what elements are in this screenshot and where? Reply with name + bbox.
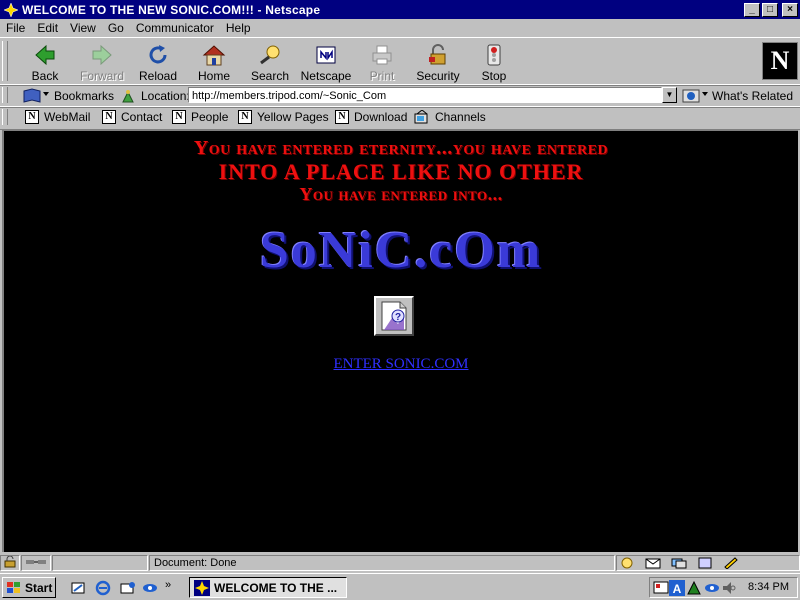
location-label: Location: — [120, 88, 190, 104]
forward-button[interactable]: Forward — [74, 41, 130, 83]
navigation-toolbar: Back Forward Reload Home Search Netscape… — [0, 37, 800, 86]
composer-icon[interactable] — [723, 557, 739, 569]
intro-line-2: INTO A PLACE LIKE NO OTHER — [218, 159, 584, 184]
close-button[interactable]: × — [782, 2, 798, 17]
bookmark-page-icon: N — [172, 110, 186, 124]
home-button[interactable]: Home — [186, 41, 242, 83]
netscape-button[interactable]: Netscape — [298, 41, 354, 83]
back-arrow-icon — [35, 44, 55, 66]
tray-volume-icon[interactable] — [721, 580, 737, 596]
bookmark-yellow-pages[interactable]: N Yellow Pages — [238, 110, 329, 124]
stop-button[interactable]: Stop — [466, 41, 522, 83]
clock[interactable]: 8:34 PM — [748, 581, 789, 593]
menu-help[interactable]: Help — [220, 21, 257, 35]
forward-arrow-icon — [92, 44, 112, 66]
whats-related-icon — [682, 89, 708, 103]
netscape-logo[interactable]: N — [762, 42, 798, 80]
intro-line-3: You have entered into... — [299, 184, 503, 204]
security-status-icon[interactable] — [0, 555, 20, 571]
discussion-icon[interactable] — [671, 557, 687, 569]
start-button[interactable]: Start — [2, 577, 56, 598]
print-button[interactable]: Print — [354, 41, 410, 83]
personal-toolbar: N WebMail N Contact N People N Yellow Pa… — [0, 106, 800, 130]
bookmark-download[interactable]: N Download — [335, 110, 407, 124]
show-desktop-icon[interactable] — [70, 580, 86, 596]
maximize-button[interactable]: □ — [762, 2, 778, 17]
bookmarks-icon — [23, 88, 49, 103]
taskbar-netscape-window[interactable]: WELCOME TO THE ... — [189, 577, 347, 598]
toolbar-grip[interactable] — [2, 41, 8, 81]
search-button[interactable]: Search — [242, 41, 298, 83]
component-bar — [616, 555, 800, 571]
system-tray: A 8:34 PM — [649, 577, 798, 598]
menu-file[interactable]: File — [0, 21, 31, 35]
url-input[interactable]: http://members.tripod.com/~Sonic_Com — [188, 87, 662, 103]
menu-view[interactable]: View — [64, 21, 102, 35]
page-content: You have entered eternity...you have ent… — [2, 129, 798, 552]
bookmark-contact[interactable]: N Contact — [102, 110, 162, 124]
channels-icon — [414, 110, 428, 124]
reload-icon — [149, 45, 167, 64]
bookmark-channels[interactable]: Channels — [414, 110, 486, 124]
url-dropdown-button[interactable]: ▼ — [662, 87, 677, 103]
internet-explorer-icon[interactable] — [95, 580, 111, 596]
search-icon — [260, 45, 280, 65]
navigator-icon[interactable] — [619, 557, 635, 569]
enter-sonic-link[interactable]: ENTER SONIC.COM — [4, 356, 798, 373]
bookmark-people[interactable]: N People — [172, 110, 228, 124]
window-title: WELCOME TO THE NEW SONIC.COM!!! - Netsca… — [22, 2, 321, 17]
bookmark-page-icon: N — [238, 110, 252, 124]
bookmark-page-icon: N — [25, 110, 39, 124]
whats-related-button[interactable]: What's Related — [682, 88, 793, 104]
svg-text:A: A — [673, 582, 682, 596]
location-icon — [122, 90, 134, 103]
tray-network-icon[interactable] — [686, 580, 702, 596]
title-bar: WELCOME TO THE NEW SONIC.COM!!! - Netsca… — [0, 0, 800, 19]
lock-icon — [429, 44, 446, 65]
quicklaunch-more-icon[interactable]: » — [165, 579, 171, 591]
netscape-app-icon — [3, 1, 19, 18]
tray-app-icon[interactable] — [653, 580, 669, 596]
address-book-icon[interactable] — [697, 557, 713, 569]
tray-channel-icon[interactable] — [704, 580, 720, 596]
windows-logo-icon — [7, 581, 20, 593]
stop-icon — [487, 44, 501, 66]
tray-font-icon[interactable]: A — [669, 580, 685, 596]
status-text: Document: Done — [149, 555, 615, 571]
bookmark-page-icon: N — [102, 110, 116, 124]
security-button[interactable]: Security — [410, 41, 466, 83]
personal-grip[interactable] — [2, 109, 8, 125]
bookmark-webmail[interactable]: N WebMail — [25, 110, 90, 124]
menu-communicator[interactable]: Communicator — [130, 21, 220, 35]
progress-bar — [52, 555, 148, 571]
netscape-task-icon — [194, 579, 210, 596]
bookmark-page-icon: N — [335, 110, 349, 124]
home-icon — [202, 45, 226, 66]
outlook-express-icon[interactable] — [120, 580, 136, 596]
menu-bar: File Edit View Go Communicator Help — [0, 19, 800, 37]
netscape-icon — [316, 46, 336, 64]
menu-go[interactable]: Go — [102, 21, 130, 35]
print-icon — [372, 45, 392, 65]
reload-button[interactable]: Reload — [130, 41, 186, 83]
menu-edit[interactable]: Edit — [31, 21, 64, 35]
back-button[interactable]: Back — [17, 41, 73, 83]
svg-text:?: ? — [395, 312, 401, 323]
sonic-logo: SoNiC.cOm — [259, 222, 543, 279]
connection-status-icon — [21, 555, 51, 571]
location-bar: Bookmarks Location: http://members.tripo… — [0, 84, 800, 108]
status-bar: Document: Done — [0, 554, 800, 572]
windows-taskbar: Start » WELCOME TO THE ... A 8:34 PM — [0, 573, 800, 600]
bookmarks-button[interactable]: Bookmarks — [22, 88, 114, 104]
minimize-button[interactable]: _ — [744, 2, 760, 17]
broken-image-icon[interactable]: ? — [374, 296, 414, 336]
location-grip[interactable] — [2, 87, 8, 103]
channels-quicklaunch-icon[interactable] — [142, 580, 158, 596]
mail-icon[interactable] — [645, 557, 661, 569]
intro-line-1: You have entered eternity...you have ent… — [193, 137, 609, 159]
